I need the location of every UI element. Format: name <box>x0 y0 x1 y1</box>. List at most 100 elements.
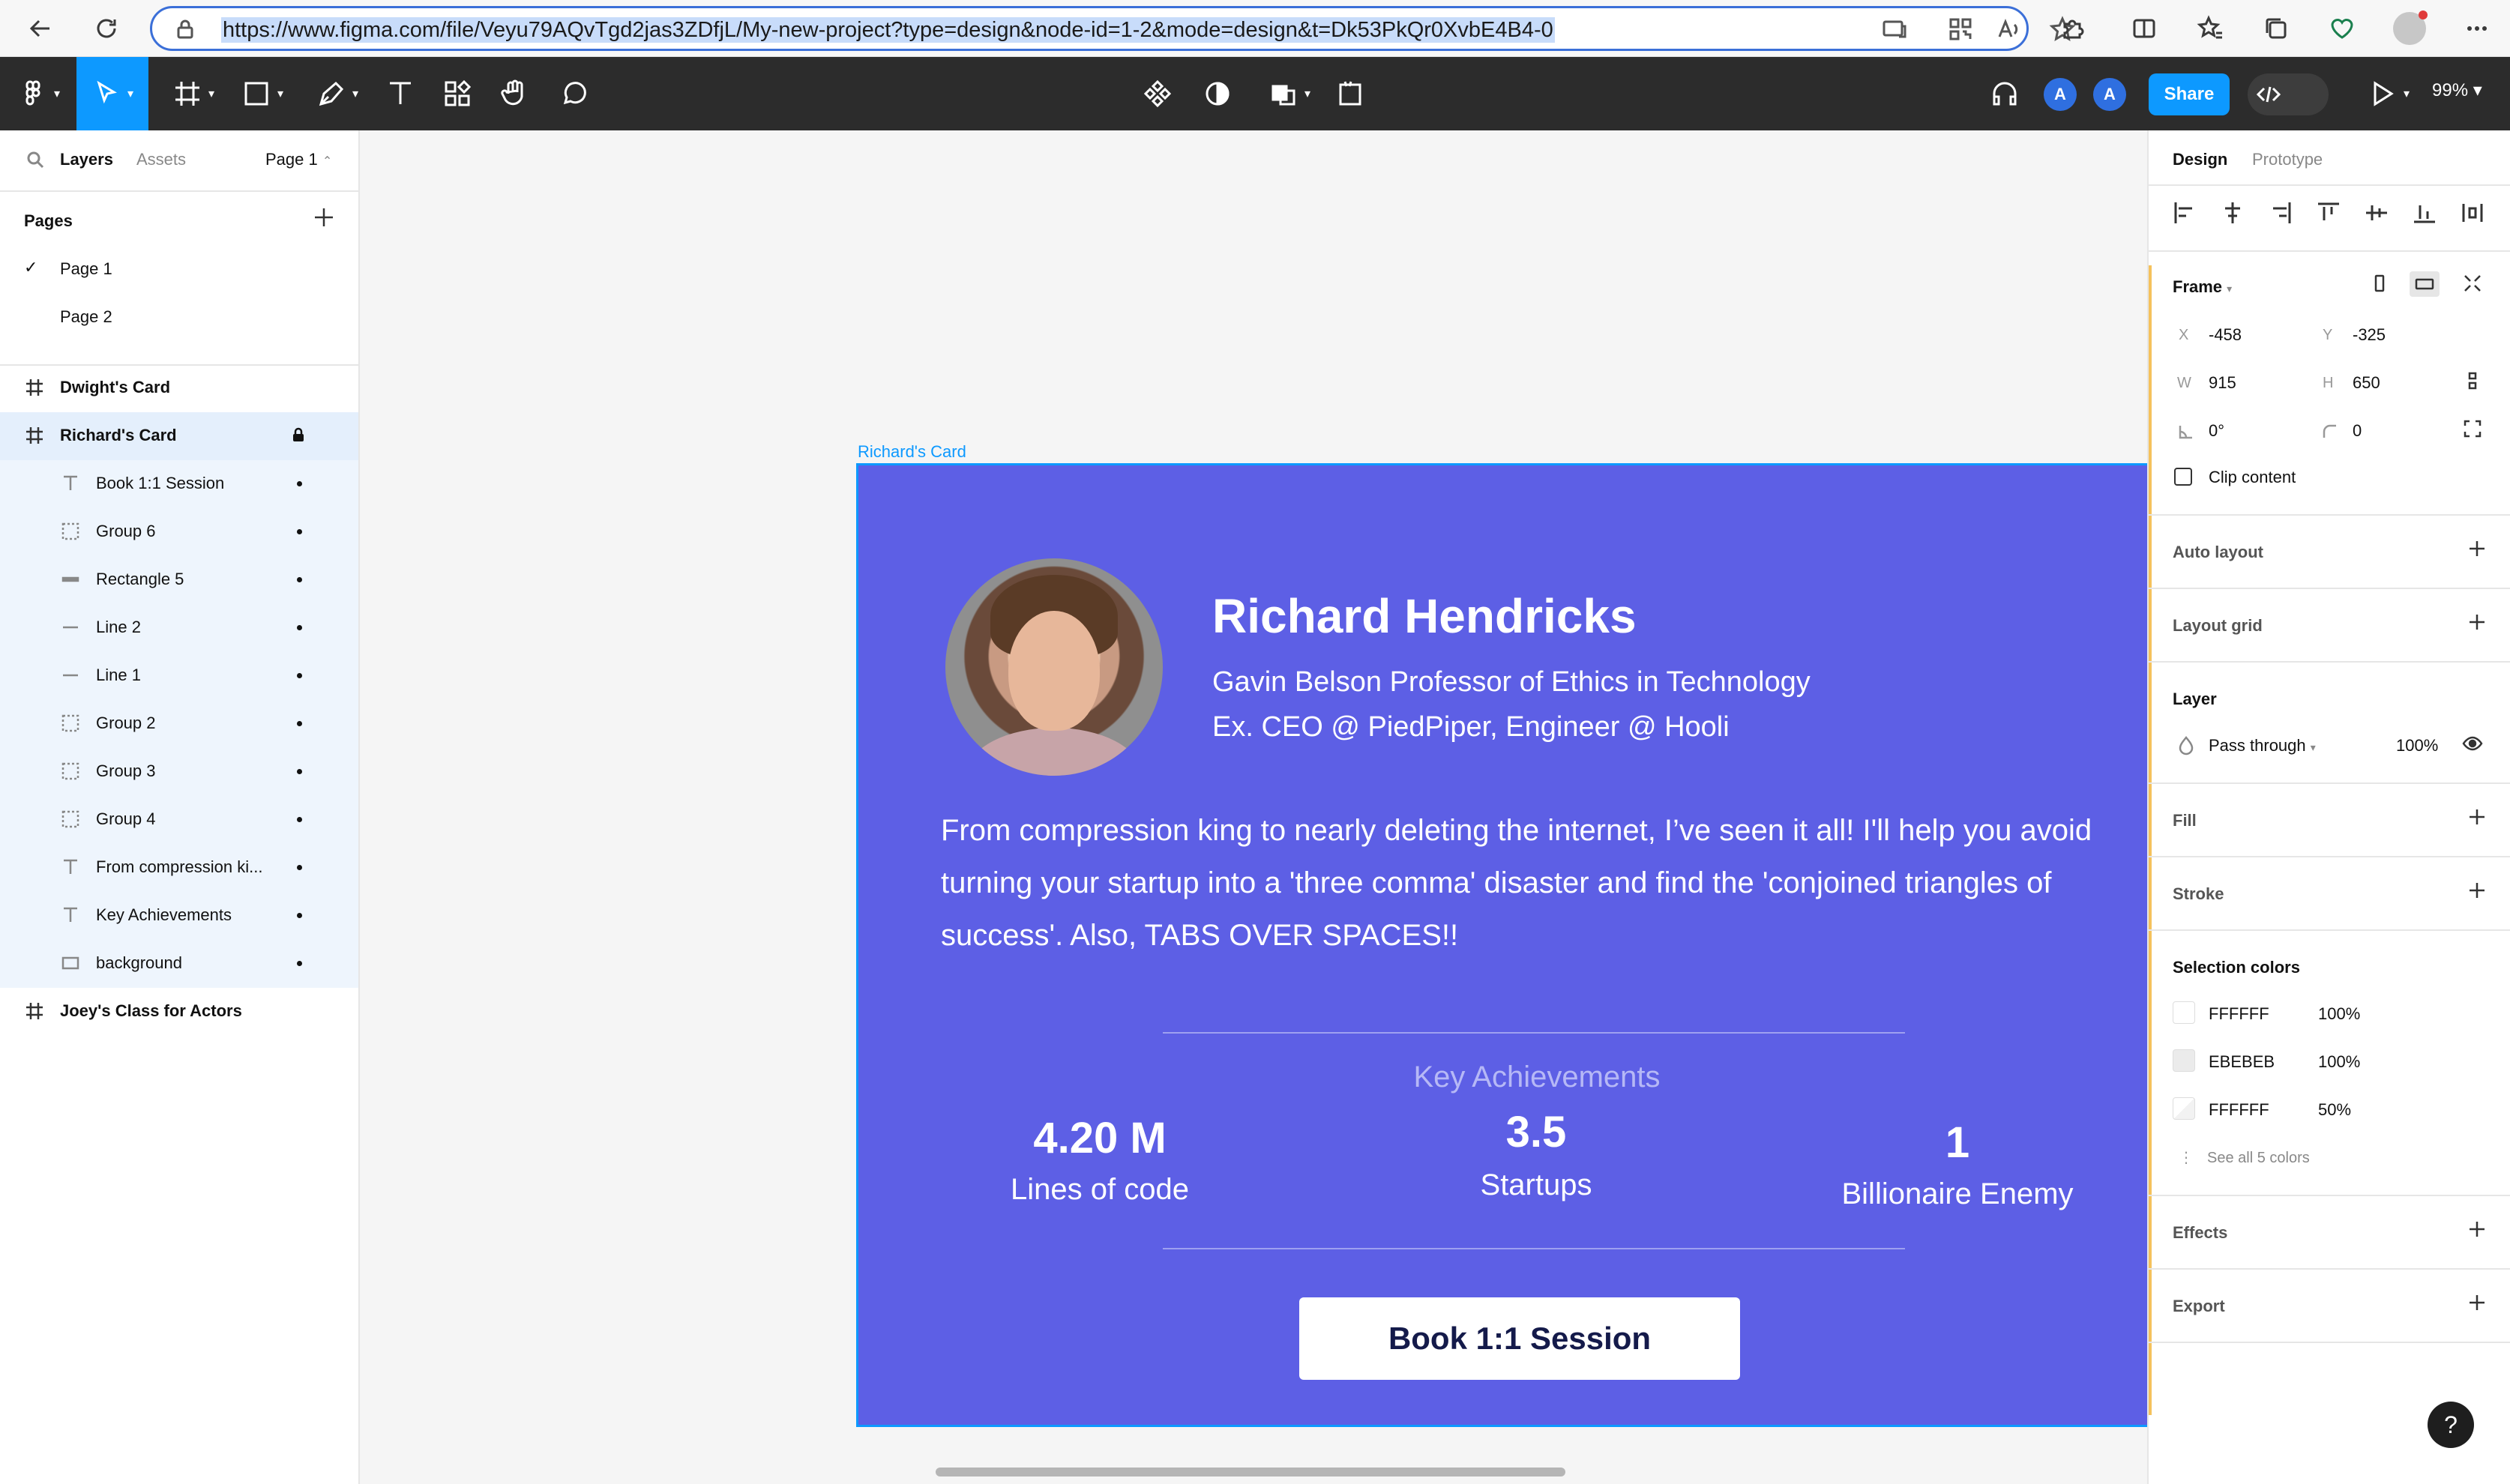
align-center-horizontal-icon[interactable] <box>2219 199 2249 229</box>
back-icon[interactable] <box>22 10 58 46</box>
color-hex[interactable]: FFFFFF <box>2209 1100 2269 1120</box>
portrait-icon[interactable] <box>2369 273 2392 295</box>
layer-row[interactable]: Group 6 <box>0 508 358 556</box>
color-opacity[interactable]: 100% <box>2318 1052 2360 1072</box>
tab-layers[interactable]: Layers <box>60 150 113 169</box>
layer-row[interactable]: Dwight's Card <box>0 364 358 412</box>
comment-tool-button[interactable] <box>552 57 597 130</box>
cast-icon[interactable] <box>1881 16 1911 46</box>
color-opacity[interactable]: 100% <box>2318 1004 2360 1024</box>
page-selector[interactable]: Page 1 ⌃ <box>265 150 332 169</box>
move-tool-button[interactable]: ▾ <box>76 57 148 130</box>
y-input[interactable]: -325 <box>2353 325 2386 345</box>
layer-row[interactable]: Group 3 <box>0 748 358 796</box>
reload-icon[interactable] <box>88 10 124 46</box>
add-auto-layout-button[interactable] <box>2467 538 2491 562</box>
resize-to-fit-icon[interactable] <box>2462 273 2485 295</box>
layer-row[interactable]: From compression ki... <box>0 844 358 892</box>
layer-row[interactable]: Line 1 <box>0 652 358 700</box>
clip-content-checkbox[interactable] <box>2174 468 2192 486</box>
collaborator-avatar[interactable]: A <box>2044 78 2077 111</box>
present-button[interactable]: ▾ <box>2359 57 2419 130</box>
rotation-input[interactable]: 0° <box>2209 421 2224 441</box>
stat-value[interactable]: 1 <box>1770 1117 2145 1168</box>
add-page-button[interactable] <box>312 205 339 232</box>
constrain-proportions-icon[interactable] <box>2462 370 2485 393</box>
align-left-icon[interactable] <box>2171 199 2201 229</box>
layer-opacity-input[interactable]: 100% <box>2396 736 2438 755</box>
address-bar[interactable]: https://www.figma.com/file/Veyu79AQvTgd2… <box>150 6 2076 51</box>
zoom-dropdown[interactable]: 99% ▾ <box>2432 79 2482 101</box>
stat-label[interactable]: Lines of code <box>912 1173 1287 1207</box>
color-swatch[interactable] <box>2173 1001 2195 1024</box>
layer-row[interactable]: background <box>0 940 358 988</box>
canvas[interactable]: Richard's Card Richard Hendricks Gavin B… <box>361 130 2213 1484</box>
card-name[interactable]: Richard Hendricks <box>1212 588 1637 644</box>
card-role[interactable]: Ex. CEO @ PiedPiper, Engineer @ Hooli <box>1212 711 1730 743</box>
horizontal-scrollbar[interactable] <box>936 1468 1565 1477</box>
qr-icon[interactable] <box>1947 16 1977 46</box>
url-text[interactable]: https://www.figma.com/file/Veyu79AQvTgd2… <box>221 17 1555 43</box>
layer-row[interactable]: Group 4 <box>0 796 358 844</box>
width-input[interactable]: 915 <box>2209 373 2236 393</box>
tab-design[interactable]: Design <box>2173 150 2227 169</box>
layer-row[interactable]: Book 1:1 Session <box>0 460 358 508</box>
lock-icon[interactable] <box>173 17 197 41</box>
corner-radius-input[interactable]: 0 <box>2353 421 2362 441</box>
layer-row[interactable]: Richard's Card <box>0 412 358 460</box>
distribute-icon[interactable] <box>2459 199 2489 229</box>
layer-row[interactable]: Line 2 <box>0 604 358 652</box>
stat-value[interactable]: 3.5 <box>1349 1107 1724 1157</box>
layer-row[interactable]: Joey's Class for Actors <box>0 988 358 1036</box>
frame-dropdown[interactable]: Frame ▾ <box>2173 277 2232 297</box>
independent-corners-icon[interactable] <box>2462 418 2485 441</box>
align-top-icon[interactable] <box>2315 199 2345 229</box>
divider-line-2[interactable] <box>1163 1248 1905 1249</box>
blend-mode-dropdown[interactable]: Pass through ▾ <box>2209 736 2316 755</box>
page-item[interactable]: Page 1 <box>60 259 112 279</box>
search-icon[interactable] <box>25 150 46 171</box>
color-opacity[interactable]: 50% <box>2318 1100 2351 1120</box>
shape-tool-button[interactable]: ▾ <box>232 57 292 130</box>
eye-icon[interactable] <box>2462 733 2485 755</box>
page-item[interactable]: Page 2 <box>60 307 112 327</box>
collaborator-avatar[interactable]: A <box>2093 78 2126 111</box>
see-all-colors-link[interactable]: See all 5 colors <box>2207 1150 2310 1167</box>
align-center-vertical-icon[interactable] <box>2363 199 2393 229</box>
add-fill-button[interactable] <box>2467 806 2491 830</box>
color-hex[interactable]: EBEBEB <box>2209 1052 2275 1072</box>
profile-avatar[interactable] <box>2393 10 2428 45</box>
card-bio[interactable]: From compression king to nearly deleting… <box>941 804 2125 962</box>
book-session-button[interactable]: Book 1:1 Session <box>1299 1297 1740 1380</box>
layer-row[interactable]: Group 2 <box>0 700 358 748</box>
text-tool-button[interactable] <box>378 57 423 130</box>
stat-label[interactable]: Billionaire Enemy <box>1770 1177 2145 1211</box>
read-aloud-icon[interactable] <box>1995 16 2025 46</box>
stat-value[interactable]: 4.20 M <box>912 1113 1287 1163</box>
add-stroke-button[interactable] <box>2467 880 2491 904</box>
richards-card-frame[interactable]: Richard Hendricks Gavin Belson Professor… <box>856 463 2213 1427</box>
landscape-icon[interactable] <box>2410 271 2440 297</box>
health-icon[interactable] <box>2324 10 2360 46</box>
tab-prototype[interactable]: Prototype <box>2252 150 2323 169</box>
layer-row[interactable]: Rectangle 5 <box>0 556 358 604</box>
card-role[interactable]: Gavin Belson Professor of Ethics in Tech… <box>1212 666 1811 699</box>
component-button[interactable] <box>1135 57 1180 130</box>
color-swatch[interactable] <box>2173 1049 2195 1072</box>
resources-tool-button[interactable] <box>435 57 480 130</box>
audio-button[interactable] <box>1982 57 2027 130</box>
tab-assets[interactable]: Assets <box>136 150 186 169</box>
extensions-icon[interactable] <box>2054 10 2090 46</box>
mask-button[interactable] <box>1195 57 1240 130</box>
add-layout-grid-button[interactable] <box>2467 612 2491 636</box>
height-input[interactable]: 650 <box>2353 373 2380 393</box>
dev-mode-toggle[interactable] <box>2248 73 2329 115</box>
align-bottom-icon[interactable] <box>2411 199 2441 229</box>
crop-button[interactable] <box>1327 57 1372 130</box>
align-right-icon[interactable] <box>2267 199 2297 229</box>
stat-label[interactable]: Startups <box>1349 1168 1724 1202</box>
add-effect-button[interactable] <box>2467 1219 2491 1243</box>
key-achievements-title[interactable]: Key Achievements <box>858 1061 2215 1094</box>
more-icon[interactable] <box>2459 10 2495 46</box>
boolean-button[interactable]: ▾ <box>1259 57 1319 130</box>
